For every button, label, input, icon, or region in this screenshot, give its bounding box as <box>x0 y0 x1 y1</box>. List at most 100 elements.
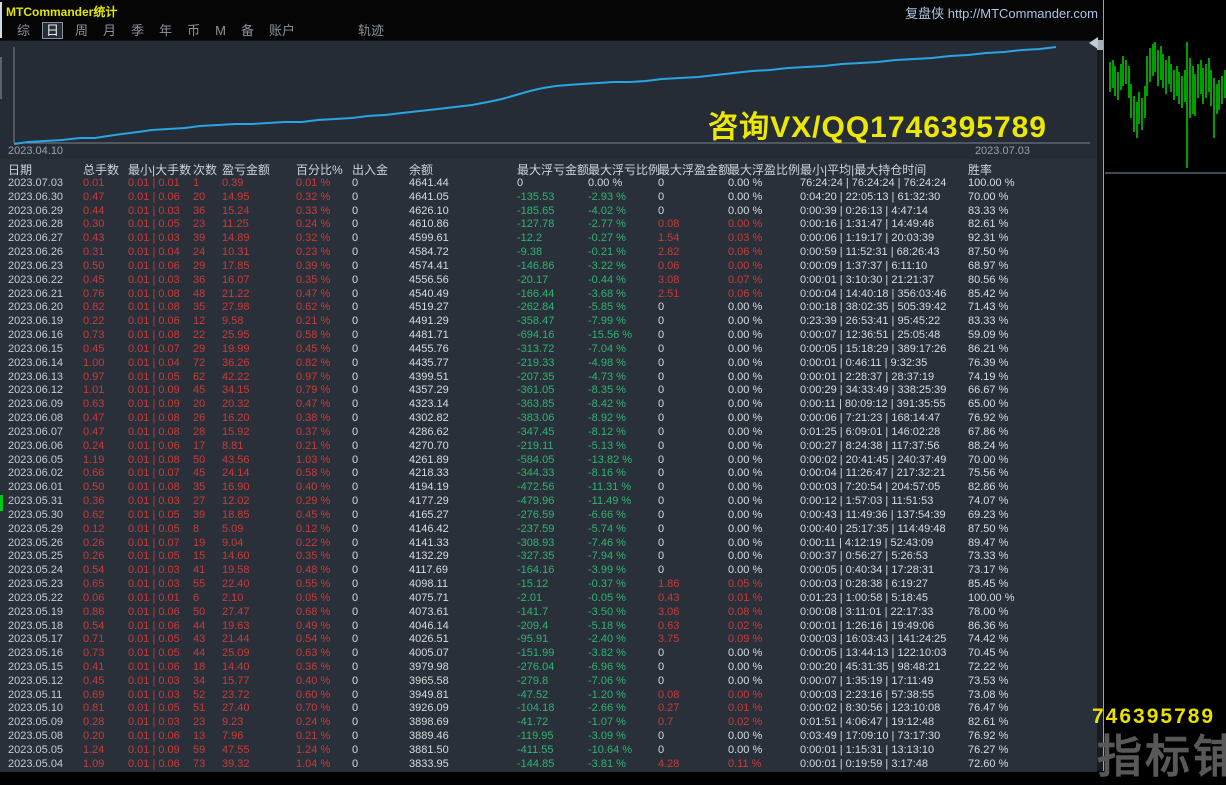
table-cell: 0 <box>658 440 664 454</box>
table-row[interactable]: 2023.06.190.220.01 | 0.06129.580.21 %044… <box>0 315 1097 329</box>
table-row[interactable]: 2023.05.250.260.01 | 0.051514.600.35 %04… <box>0 550 1097 564</box>
tab-zhou[interactable]: 周 <box>72 23 91 38</box>
table-row[interactable]: 2023.05.230.650.01 | 0.035522.400.55 %04… <box>0 578 1097 592</box>
tab-bi[interactable]: 币 <box>184 23 203 38</box>
table-row[interactable]: 2023.06.220.450.01 | 0.033616.070.35 %04… <box>0 274 1097 288</box>
table-cell: 0.01 | 0.01 <box>128 592 180 606</box>
table-cell: -4.02 % <box>588 205 626 219</box>
table-row[interactable]: 2023.05.120.450.01 | 0.033415.770.40 %03… <box>0 675 1097 689</box>
tab-ji[interactable]: 季 <box>128 23 147 38</box>
table-row[interactable]: 2023.07.030.010.01 | 0.0110.390.01 %0464… <box>0 177 1097 191</box>
table-cell: 0.63 <box>83 398 104 412</box>
table-row[interactable]: 2023.05.090.280.01 | 0.03239.230.24 %038… <box>0 716 1097 730</box>
table-row[interactable]: 2023.06.080.470.01 | 0.082616.200.38 %04… <box>0 412 1097 426</box>
table-row[interactable]: 2023.06.010.500.01 | 0.083516.900.40 %04… <box>0 481 1097 495</box>
table-row[interactable]: 2023.05.180.540.01 | 0.064419.630.49 %04… <box>0 620 1097 634</box>
table-row[interactable]: 2023.06.150.450.01 | 0.072919.990.45 %04… <box>0 343 1097 357</box>
table-cell: 42.22 <box>222 371 250 385</box>
table-cell: 80.56 % <box>968 274 1008 288</box>
table-row[interactable]: 2023.05.150.410.01 | 0.061814.400.36 %03… <box>0 661 1097 675</box>
table-row[interactable]: 2023.06.121.010.01 | 0.094534.150.79 %04… <box>0 384 1097 398</box>
table-row[interactable]: 2023.05.041.090.01 | 0.067339.321.04 %03… <box>0 758 1097 772</box>
table-row[interactable]: 2023.06.130.970.01 | 0.056242.220.97 %04… <box>0 371 1097 385</box>
table-cell: 0.20 <box>83 730 104 744</box>
table-cell: 0 <box>352 440 358 454</box>
table-row[interactable]: 2023.06.280.300.01 | 0.052311.250.24 %04… <box>0 218 1097 232</box>
table-cell: 0.60 % <box>296 689 330 703</box>
splitter-collapse-arrow[interactable] <box>1089 37 1098 49</box>
table-cell: 0.01 | 0.07 <box>128 343 180 357</box>
table-row[interactable]: 2023.05.300.620.01 | 0.053918.850.45 %04… <box>0 509 1097 523</box>
table-cell: -3.22 % <box>588 260 626 274</box>
table-row[interactable]: 2023.05.290.120.01 | 0.0585.090.12 %0414… <box>0 523 1097 537</box>
table-cell: 8.81 <box>222 440 243 454</box>
site-link[interactable]: 复盘侠 http://MTCommander.com <box>905 3 1098 22</box>
table-row[interactable]: 2023.05.190.860.01 | 0.065027.470.68 %04… <box>0 606 1097 620</box>
tab-guiji[interactable]: 轨迹 <box>355 23 387 38</box>
table-cell: 23 <box>193 218 205 232</box>
table-row[interactable]: 2023.05.220.060.01 | 0.0162.100.05 %0407… <box>0 592 1097 606</box>
table-row[interactable]: 2023.05.080.200.01 | 0.06137.960.21 %038… <box>0 730 1097 744</box>
table-row[interactable]: 2023.06.270.430.01 | 0.033914.890.32 %04… <box>0 232 1097 246</box>
table-cell: -383.06 <box>517 412 554 426</box>
table-cell: 0.01 | 0.04 <box>128 246 180 260</box>
table-row[interactable]: 2023.05.160.730.01 | 0.054425.090.63 %04… <box>0 647 1097 661</box>
table-cell: 0:00:01 | 1:26:16 | 19:49:06 <box>800 620 934 634</box>
selected-row-indicator <box>0 495 3 511</box>
table-cell: 2023.06.07 <box>8 426 63 440</box>
table-row[interactable]: 2023.06.230.500.01 | 0.062917.850.39 %04… <box>0 260 1097 274</box>
table-row[interactable]: 2023.06.290.440.01 | 0.033615.240.33 %04… <box>0 205 1097 219</box>
table-cell: 2023.05.19 <box>8 606 63 620</box>
tab-m[interactable]: M <box>212 23 229 38</box>
tab-bei[interactable]: 备 <box>238 23 257 38</box>
table-row[interactable]: 2023.05.260.260.01 | 0.07199.040.22 %041… <box>0 537 1097 551</box>
table-row[interactable]: 2023.06.020.660.01 | 0.074524.140.58 %04… <box>0 467 1097 481</box>
tab-nian[interactable]: 年 <box>156 23 175 38</box>
table-cell: 4.28 <box>658 758 679 772</box>
table-cell: -7.99 % <box>588 315 626 329</box>
table-cell: 21.44 <box>222 633 250 647</box>
table-cell: 85.42 % <box>968 288 1008 302</box>
table-cell: -10.64 % <box>588 744 632 758</box>
table-row[interactable]: 2023.06.260.310.01 | 0.042410.310.23 %04… <box>0 246 1097 260</box>
table-row[interactable]: 2023.05.310.360.01 | 0.032712.020.29 %04… <box>0 495 1097 509</box>
table-cell: 0.36 <box>83 495 104 509</box>
table-cell: 41 <box>193 564 205 578</box>
table-cell: 0:00:09 | 1:37:37 | 6:11:10 <box>800 260 927 274</box>
tab-zong[interactable]: 综 <box>14 23 33 38</box>
equity-chart: 咨询VX/QQ1746395789 2023.04.10 2023.07.03 <box>0 41 1097 159</box>
main-area: 咨询VX/QQ1746395789 2023.04.10 2023.07.03 … <box>0 40 1097 772</box>
table-cell: 0 <box>658 467 664 481</box>
table-cell: -5.74 % <box>588 523 626 537</box>
table-cell: 0.08 <box>658 689 679 703</box>
table-row[interactable]: 2023.06.090.630.01 | 0.092020.320.47 %04… <box>0 398 1097 412</box>
table-row[interactable]: 2023.06.141.000.01 | 0.047236.260.82 %04… <box>0 357 1097 371</box>
table-cell: 2023.06.14 <box>8 357 63 371</box>
table-cell: 0:00:01 | 2:28:37 | 28:37:19 <box>800 371 934 385</box>
table-cell: 73.53 % <box>968 675 1008 689</box>
table-cell: -344.33 <box>517 467 554 481</box>
table-row[interactable]: 2023.05.240.540.01 | 0.034119.580.48 %04… <box>0 564 1097 578</box>
table-cell: 0 <box>352 218 358 232</box>
table-row[interactable]: 2023.05.100.810.01 | 0.055127.400.70 %03… <box>0 702 1097 716</box>
table-row[interactable]: 2023.06.200.820.01 | 0.083527.980.62 %04… <box>0 301 1097 315</box>
table-row[interactable]: 2023.06.070.470.01 | 0.082815.920.37 %04… <box>0 426 1097 440</box>
table-row[interactable]: 2023.06.060.240.01 | 0.06178.810.21 %042… <box>0 440 1097 454</box>
table-row[interactable]: 2023.06.210.760.01 | 0.084821.220.47 %04… <box>0 288 1097 302</box>
table-cell: 100.00 % <box>968 177 1014 191</box>
tab-yue[interactable]: 月 <box>100 23 119 38</box>
table-cell: 92.31 % <box>968 232 1008 246</box>
table-cell: 39 <box>193 509 205 523</box>
table-cell: 0.00 % <box>728 647 762 661</box>
table-cell: 43.56 <box>222 454 250 468</box>
table-cell: 76:24:24 | 76:24:24 | 76:24:24 <box>800 177 946 191</box>
table-row[interactable]: 2023.05.051.240.01 | 0.095947.551.24 %03… <box>0 744 1097 758</box>
tab-zhanghu[interactable]: 账户 <box>266 23 298 38</box>
table-cell: 0.12 <box>83 523 104 537</box>
table-row[interactable]: 2023.05.170.710.01 | 0.054321.440.54 %04… <box>0 633 1097 647</box>
tab-ri[interactable]: 日 <box>42 22 63 39</box>
table-row[interactable]: 2023.05.110.690.01 | 0.035223.720.60 %03… <box>0 689 1097 703</box>
table-row[interactable]: 2023.06.300.470.01 | 0.062014.950.32 %04… <box>0 191 1097 205</box>
table-row[interactable]: 2023.06.160.730.01 | 0.082225.950.58 %04… <box>0 329 1097 343</box>
table-row[interactable]: 2023.06.051.190.01 | 0.085043.561.03 %04… <box>0 454 1097 468</box>
